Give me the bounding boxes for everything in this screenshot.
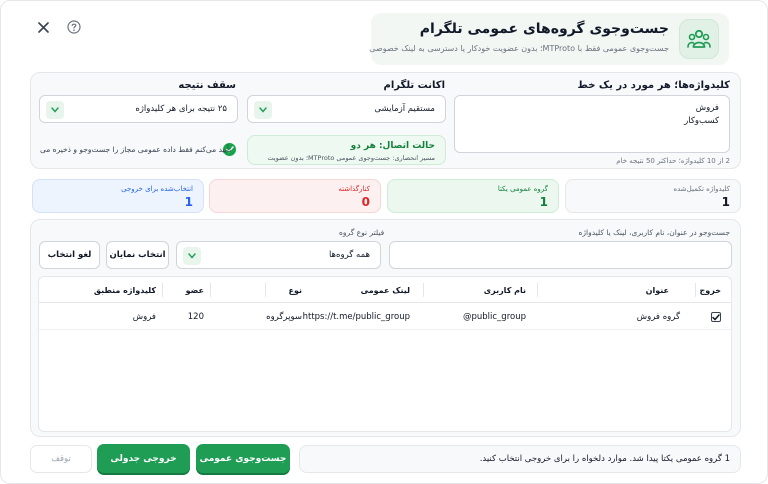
status-message: 1 گروه عمومی یکتا پیدا شد. موارد دلخواه …	[299, 445, 741, 473]
account-select-value: مستقیم آزمایشی	[374, 104, 435, 114]
close-icon[interactable]	[34, 18, 52, 36]
row-export-checkbox[interactable]	[711, 304, 721, 330]
account-select[interactable]: مستقیم آزمایشی	[247, 95, 446, 123]
chevron-down-icon	[254, 101, 272, 119]
stat-label: گروه عمومی یکتا	[497, 185, 548, 193]
column-header-username: نام کاربری	[483, 285, 526, 295]
stat-selected-export: انتخاب‌شده برای خروجی 1	[32, 179, 204, 213]
connection-status-title: حالت اتصال: هر دو	[350, 141, 435, 151]
stat-value: 0	[361, 195, 370, 209]
stat-value: 1	[539, 195, 548, 209]
results-table: خروج عنوان نام کاربری لینک عمومی نوع عضو…	[38, 276, 732, 432]
stop-button[interactable]: توقف	[30, 445, 92, 473]
cell-keyword: فروش	[132, 312, 156, 322]
connection-status: حالت اتصال: هر دو مسیر انحصاری: جست‌وجوی…	[247, 135, 446, 165]
stat-label: کنارگذاشته	[338, 185, 370, 193]
column-header-members: عضو	[185, 285, 204, 295]
column-header-link: لینک عمومی	[360, 285, 410, 295]
keywords-label: کلیدواژه‌ها؛ هر مورد در یک خط	[577, 80, 730, 91]
column-header-type: نوع	[288, 285, 302, 295]
deselect-button[interactable]: لغو انتخاب	[39, 241, 100, 269]
stat-value: 1	[184, 195, 193, 209]
limit-select-value: ۲۵ نتیجه برای هر کلیدواژه	[135, 104, 227, 114]
confirm-label: تأیید می‌کنم فقط داده عمومی مجاز را جست‌…	[40, 145, 232, 154]
public-search-button[interactable]: جست‌وجوی عمومی	[196, 444, 290, 473]
cell-type: سوپرگروه	[266, 312, 302, 322]
check-icon	[711, 312, 721, 322]
stat-unique-groups: گروه عمومی یکتا 1	[387, 179, 559, 213]
select-visible-button[interactable]: انتخاب نمایان	[106, 241, 169, 269]
column-header-keyword: کلیدواژه منطبق	[93, 285, 156, 295]
column-header-title: عنوان	[645, 285, 669, 295]
column-header-export: خروج	[699, 285, 721, 295]
stat-label: انتخاب‌شده برای خروجی	[121, 185, 193, 193]
help-icon[interactable]	[65, 18, 83, 36]
page-title: جست‌وجوی گروه‌های عمومی تلگرام	[419, 21, 669, 37]
cell-members: 120	[187, 312, 204, 322]
group-icon	[679, 19, 719, 59]
connection-status-detail: مسیر انحصاری: جست‌وجوی عمومی MTProto؛ بد…	[267, 154, 435, 162]
limit-label: سقف نتیجه	[178, 80, 236, 91]
chevron-down-icon	[183, 247, 201, 265]
header: جست‌وجوی گروه‌های عمومی تلگرام جست‌وجوی …	[369, 13, 729, 65]
cell-username: @public_group	[462, 312, 526, 322]
stat-excluded: کنارگذاشته 0	[209, 179, 381, 213]
account-label: اکانت تلگرام	[383, 80, 445, 91]
stat-label: کلیدواژه تکمیل‌شده	[673, 185, 730, 193]
table-header: خروج عنوان نام کاربری لینک عمومی نوع عضو…	[39, 277, 731, 303]
status-message-text: 1 گروه عمومی یکتا پیدا شد. موارد دلخواه …	[479, 454, 730, 464]
stat-value: 1	[721, 195, 730, 209]
type-filter-select[interactable]: همه گروه‌ها	[176, 241, 381, 269]
search-filter-label: جست‌وجو در عنوان، نام کاربری، لینک یا کل…	[578, 228, 730, 237]
config-card: کلیدواژه‌ها؛ هر مورد در یک خط فروش کسب‌و…	[30, 72, 741, 169]
page-subtitle: جست‌وجوی عمومی فقط با MTProto؛ بدون عضوی…	[369, 44, 669, 53]
search-filter-input[interactable]	[389, 241, 732, 269]
type-filter-label: فیلتر نوع گروه	[339, 228, 385, 237]
chevron-down-icon	[46, 101, 64, 119]
table-export-button[interactable]: خروجی جدولی	[97, 444, 190, 473]
cell-title: گروه فروش	[636, 312, 680, 322]
limit-select[interactable]: ۲۵ نتیجه برای هر کلیدواژه	[39, 95, 238, 123]
keywords-hint: 2 از 10 کلیدواژه؛ حداکثر 50 نتیجه خام	[616, 157, 730, 165]
cell-link[interactable]: https://t.me/public_group	[303, 304, 410, 330]
stat-completed-keywords: کلیدواژه تکمیل‌شده 1	[565, 179, 741, 213]
keywords-textarea[interactable]: فروش کسب‌وکار	[454, 95, 730, 153]
type-filter-value: همه گروه‌ها	[328, 250, 370, 260]
dialog-window: جست‌وجوی گروه‌های عمومی تلگرام جست‌وجوی …	[0, 0, 768, 484]
table-row[interactable]: گروه فروش @public_group https://t.me/pub…	[39, 304, 731, 330]
